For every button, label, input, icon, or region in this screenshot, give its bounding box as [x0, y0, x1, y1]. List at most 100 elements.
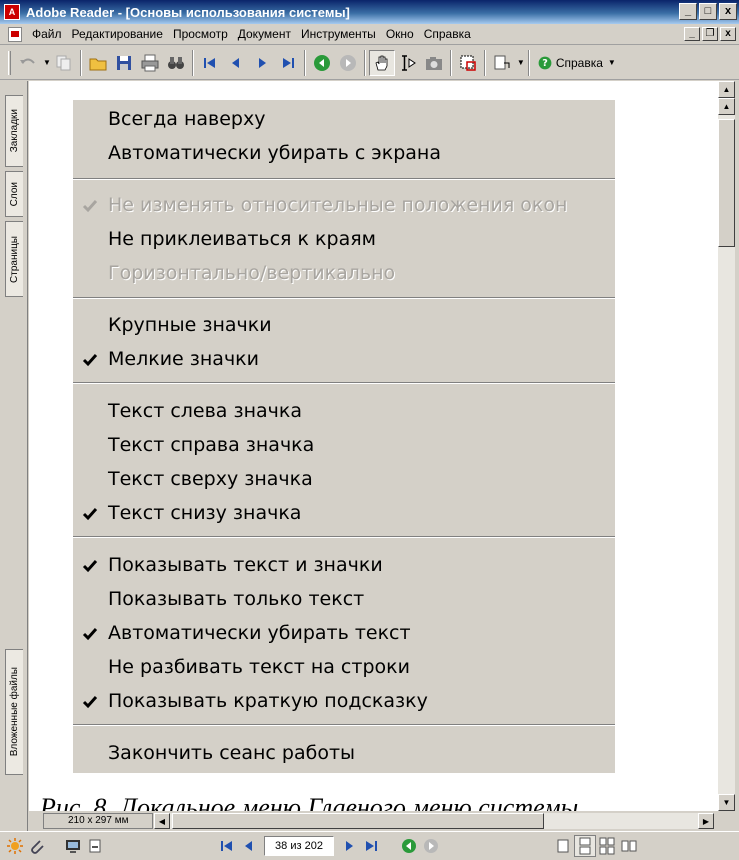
context-menu-figure: Всегда наверху Автоматически убирать с э… — [73, 100, 615, 773]
doc-restore-button[interactable]: ❐ — [702, 27, 718, 41]
horizontal-scroll-thumb[interactable] — [172, 813, 544, 829]
scroll-right-icon[interactable]: ▶ — [698, 813, 714, 829]
page-number-input[interactable]: 38 из 202 — [264, 836, 334, 856]
menu-separator — [73, 297, 615, 299]
tab-bookmarks[interactable]: Закладки — [5, 95, 23, 167]
toolbar-grip[interactable] — [8, 50, 11, 75]
save-icon[interactable] — [111, 50, 137, 76]
minimize-button[interactable]: _ — [679, 3, 697, 20]
status-back-icon[interactable] — [398, 835, 420, 857]
single-page-view-icon[interactable] — [552, 835, 574, 857]
menu-option: Мелкие значки — [73, 343, 615, 377]
tab-layers[interactable]: Слои — [5, 171, 23, 217]
find-binoculars-icon[interactable] — [163, 50, 189, 76]
navigation-panel: Закладки Слои Страницы Вложенные файлы — [0, 81, 28, 831]
toolbar-separator — [363, 49, 366, 76]
toolbar-separator — [191, 49, 194, 76]
status-previous-page-icon[interactable] — [238, 835, 260, 857]
maximize-button[interactable]: □ — [699, 3, 717, 20]
menu-window[interactable]: Окно — [382, 27, 420, 41]
monitor-icon[interactable] — [62, 835, 84, 857]
open-folder-icon[interactable] — [85, 50, 111, 76]
tab-label: Страницы — [9, 235, 20, 283]
adobe-reader-icon[interactable]: A — [4, 4, 20, 20]
help-icon: ? — [538, 56, 552, 69]
document-icon[interactable] — [8, 26, 22, 42]
document-page[interactable]: Всегда наверху Автоматически убирать с э… — [29, 81, 718, 811]
menu-help[interactable]: Справка — [420, 27, 477, 41]
vertical-scrollbar[interactable]: ▲ ▲ ▼ — [718, 81, 735, 811]
continuous-view-icon[interactable] — [574, 835, 596, 857]
snapshot-camera-icon[interactable] — [421, 50, 447, 76]
status-next-page-icon[interactable] — [338, 835, 360, 857]
go-forward-icon[interactable] — [335, 50, 361, 76]
horizontal-scrollbar[interactable]: ◀ ▶ — [154, 813, 714, 829]
menu-option: Всегда наверху — [108, 108, 266, 130]
menu-option: Показывать краткую подсказку — [73, 685, 615, 719]
page-layout-dropdown-icon[interactable]: ▼ — [517, 58, 525, 67]
select-text-icon[interactable] — [395, 50, 421, 76]
continuous-facing-view-icon[interactable] — [596, 835, 618, 857]
scroll-left-icon[interactable]: ◀ — [154, 813, 170, 829]
status-first-page-icon[interactable] — [216, 835, 238, 857]
scroll-down-icon[interactable]: ▼ — [718, 794, 735, 811]
tab-label: Слои — [9, 181, 20, 207]
toolbar-separator — [483, 49, 486, 76]
close-button[interactable]: x — [719, 3, 737, 20]
menu-option: Не приклеиваться к краям — [108, 228, 376, 250]
help-button[interactable]: ? Справка ▼ — [533, 55, 620, 71]
menu-edit[interactable]: Редактирование — [68, 27, 169, 41]
vertical-scroll-thumb[interactable] — [718, 119, 735, 247]
menu-separator — [73, 724, 615, 726]
menu-option: Не разбивать текст на строки — [108, 656, 410, 678]
check-icon — [82, 508, 98, 521]
page-icon[interactable] — [84, 835, 106, 857]
previous-page-scroll-icon[interactable]: ▲ — [718, 98, 735, 115]
status-last-page-icon[interactable] — [360, 835, 382, 857]
doc-close-button[interactable]: x — [720, 27, 736, 41]
sun-icon[interactable] — [4, 835, 26, 857]
toolbar: ▼ ▼ ? Справка ▼ — [0, 46, 739, 80]
tab-label: Вложенные файлы — [9, 667, 20, 757]
menu-tools[interactable]: Инструменты — [297, 27, 382, 41]
figure-caption: Рис. 8. Локальное меню Главного меню сис… — [40, 793, 579, 811]
check-icon — [82, 354, 98, 367]
check-icon — [82, 696, 98, 709]
title-bar: A Adobe Reader - [Основы использования с… — [0, 0, 739, 24]
undo-dropdown-icon[interactable]: ▼ — [43, 58, 51, 67]
menu-option: Автоматически убирать с экрана — [108, 142, 441, 164]
menu-option: Показывать текст и значки — [73, 549, 615, 583]
tab-attachments[interactable]: Вложенные файлы — [5, 649, 23, 775]
menu-view[interactable]: Просмотр — [169, 27, 234, 41]
attachment-paperclip-icon[interactable] — [26, 835, 48, 857]
page-layout-icon[interactable] — [489, 50, 515, 76]
menu-separator — [73, 382, 615, 384]
tab-pages[interactable]: Страницы — [5, 221, 23, 297]
go-back-icon[interactable] — [309, 50, 335, 76]
toolbar-separator — [303, 49, 306, 76]
next-page-icon[interactable] — [249, 50, 275, 76]
first-page-icon[interactable] — [197, 50, 223, 76]
menu-option: Автоматически убирать текст — [73, 617, 615, 651]
page-size-display: 210 x 297 мм — [43, 813, 153, 829]
last-page-icon[interactable] — [275, 50, 301, 76]
facing-view-icon[interactable] — [618, 835, 640, 857]
window-title: Adobe Reader - [Основы использования сис… — [26, 4, 350, 20]
zoom-marquee-icon[interactable] — [455, 50, 481, 76]
print-icon[interactable] — [137, 50, 163, 76]
menu-document[interactable]: Документ — [234, 27, 297, 41]
status-forward-icon[interactable] — [420, 835, 442, 857]
check-icon — [82, 560, 98, 573]
doc-minimize-button[interactable]: _ — [684, 27, 700, 41]
menu-option: Текст сверху значка — [108, 468, 313, 490]
copy-icon[interactable] — [51, 50, 77, 76]
menu-option: Крупные значки — [108, 314, 272, 336]
toolbar-separator — [449, 49, 452, 76]
help-label: Справка — [555, 55, 603, 70]
undo-icon[interactable] — [15, 50, 41, 76]
previous-page-icon[interactable] — [223, 50, 249, 76]
toolbar-separator — [79, 49, 82, 76]
hand-tool-icon[interactable] — [368, 49, 395, 76]
menu-file[interactable]: Файл — [28, 27, 68, 41]
scroll-up-icon[interactable]: ▲ — [718, 81, 735, 98]
